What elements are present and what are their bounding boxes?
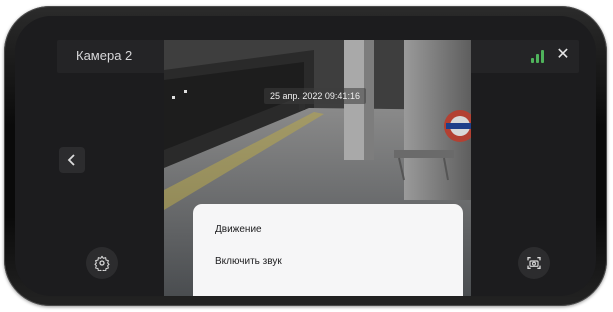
signal-strength-icon xyxy=(531,49,545,63)
menu-item-enable-sound[interactable]: Включить звук xyxy=(215,256,282,267)
camera-title: Камера 2 xyxy=(76,48,133,63)
settings-button[interactable] xyxy=(86,247,118,279)
chevron-left-icon xyxy=(67,154,75,166)
menu-item-motion[interactable]: Движение xyxy=(215,224,262,235)
camera-snapshot-icon xyxy=(527,257,541,269)
snapshot-button[interactable] xyxy=(518,247,550,279)
close-icon[interactable]: ✕ xyxy=(555,46,571,64)
back-button[interactable] xyxy=(59,147,85,173)
options-sheet: Движение Включить звук xyxy=(193,204,463,296)
video-timestamp: 25 апр. 2022 09:41:16 xyxy=(264,88,366,104)
phone-frame: Камера 2 ✕ 25 апр. 2022 09:41:16 Движени… xyxy=(4,6,607,306)
gear-icon xyxy=(94,255,110,271)
screen: Камера 2 ✕ 25 апр. 2022 09:41:16 Движени… xyxy=(15,16,596,296)
